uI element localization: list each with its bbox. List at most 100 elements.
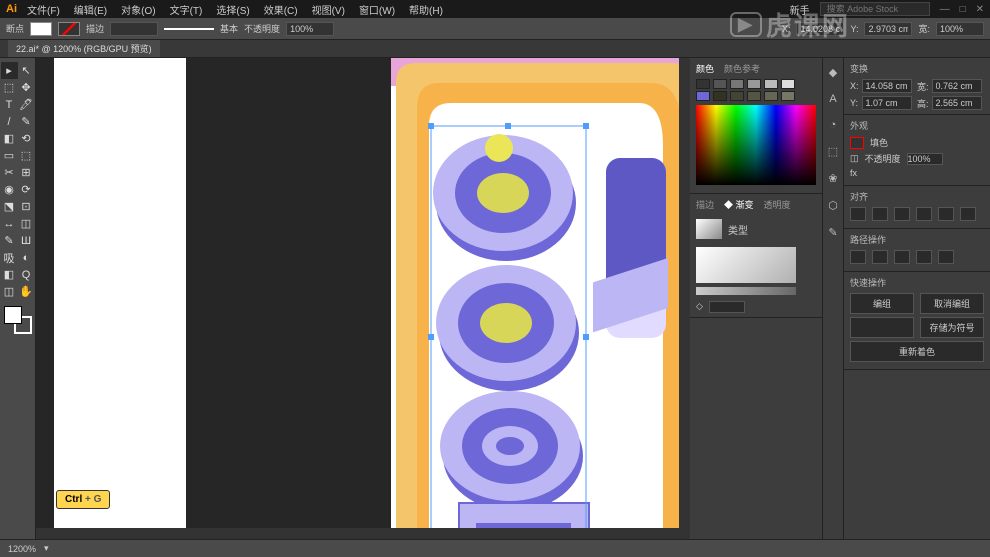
eyedropper-tool[interactable]: 吸 [1, 249, 18, 266]
align-top[interactable] [916, 207, 932, 221]
properties-icon[interactable]: ◆ [829, 66, 837, 79]
menu-type[interactable]: 文字(T) [170, 2, 203, 17]
line-tool[interactable]: / [1, 113, 18, 130]
stroke-swatch[interactable] [58, 22, 80, 36]
direct-selection-tool[interactable]: ↖ [18, 62, 35, 79]
vertical-scrollbar[interactable] [679, 58, 690, 528]
pf-minus[interactable] [872, 250, 888, 264]
gradient-opacity-input[interactable] [709, 301, 745, 313]
search-input[interactable] [820, 2, 930, 16]
maximize-icon[interactable]: □ [960, 4, 966, 15]
swatch[interactable] [696, 91, 710, 101]
artboard-tool[interactable]: ◫ [18, 215, 35, 232]
width-tool[interactable]: ↔ [1, 215, 18, 232]
qa-btn3[interactable] [850, 317, 914, 338]
menu-object[interactable]: 对象(O) [121, 2, 155, 17]
rotate-tool[interactable]: ⟲ [18, 130, 35, 147]
fill-chip[interactable] [850, 137, 864, 149]
lasso-tool[interactable]: ✥ [18, 79, 35, 96]
menu-window[interactable]: 窗口(W) [359, 2, 395, 17]
qa-ungroup[interactable]: 取消编组 [920, 293, 984, 314]
scissors-tool[interactable]: ✂ [1, 164, 18, 181]
type-tool[interactable]: T [1, 96, 18, 113]
perspective-tool[interactable]: ⊡ [18, 198, 35, 215]
tab-color-guide[interactable]: 颜色参考 [724, 62, 760, 75]
grid-tool[interactable]: ⊞ [18, 164, 35, 181]
swatch[interactable] [713, 79, 727, 89]
menu-help[interactable]: 帮助(H) [409, 2, 443, 17]
slice-tool[interactable]: ◧ [1, 266, 18, 283]
swatch[interactable] [781, 91, 795, 101]
tab-color[interactable]: 颜色 [696, 62, 714, 75]
swatch[interactable] [696, 79, 710, 89]
shape-builder-tool[interactable]: ⬚ [18, 147, 35, 164]
tab-gradient[interactable]: ◆ 渐变 [724, 198, 754, 211]
align-hcenter[interactable] [872, 207, 888, 221]
pf-exclude[interactable] [916, 250, 932, 264]
tab-stroke[interactable]: 描边 [696, 198, 714, 211]
workspace-switcher[interactable]: 新手 [790, 2, 810, 17]
symbol-tool[interactable]: ◐ [18, 249, 35, 266]
menu-select[interactable]: 选择(S) [216, 2, 249, 17]
swatch[interactable] [713, 91, 727, 101]
transform-y[interactable] [862, 96, 912, 110]
menu-file[interactable]: 文件(F) [27, 2, 60, 17]
swatch[interactable] [747, 79, 761, 89]
brushes-icon[interactable]: ⬡ [828, 199, 838, 212]
menu-edit[interactable]: 编辑(E) [74, 2, 107, 17]
minimize-icon[interactable]: — [940, 4, 950, 15]
horizontal-scrollbar[interactable] [36, 528, 690, 539]
align-right[interactable] [894, 207, 910, 221]
ctrl-y-input[interactable] [864, 22, 912, 36]
pf-unite[interactable] [850, 250, 866, 264]
measure-tool[interactable]: ◫ [1, 283, 18, 300]
fill-swatch[interactable] [30, 22, 52, 36]
transform-w[interactable] [932, 79, 982, 93]
swatch[interactable] [730, 91, 744, 101]
stroke-width-input[interactable] [110, 22, 158, 36]
ctrl-x-input[interactable] [796, 22, 844, 36]
styles-icon[interactable]: ✎ [828, 226, 837, 239]
ctrl-w-input[interactable] [936, 22, 984, 36]
align-left[interactable] [850, 207, 866, 221]
column-graph-tool[interactable]: Ш [18, 232, 35, 249]
shape-tool[interactable]: ▭ [1, 147, 18, 164]
zoom-tool[interactable]: Q [18, 266, 35, 283]
magic-wand-tool[interactable]: ⬚ [1, 79, 18, 96]
swatch[interactable] [764, 91, 778, 101]
selection-tool[interactable]: ▸ [1, 62, 18, 79]
menu-view[interactable]: 视图(V) [312, 2, 345, 17]
layers-icon[interactable]: ⬚ [828, 145, 838, 158]
appearance-icon[interactable]: ◔ [830, 119, 837, 131]
pen-tool[interactable]: 🖊 [18, 96, 35, 113]
transform-h[interactable] [932, 96, 982, 110]
pf-intersect[interactable] [894, 250, 910, 264]
qa-recolor[interactable]: 重新着色 [850, 341, 984, 362]
gradient-tool[interactable]: ◉ [1, 181, 18, 198]
color-spectrum[interactable] [696, 105, 816, 185]
transform-x[interactable] [862, 79, 912, 93]
brush-tool[interactable]: ✎ [1, 232, 18, 249]
gradient-large-preview[interactable] [696, 247, 796, 283]
fx-label[interactable]: fx [850, 168, 857, 178]
canvas[interactable]: Ctrl + G [36, 58, 690, 539]
document-tab[interactable]: 22.ai* @ 1200% (RGB/GPU 预览) [8, 40, 160, 57]
align-bottom[interactable] [960, 207, 976, 221]
pf-divide[interactable] [938, 250, 954, 264]
tab-transparency[interactable]: 透明度 [764, 198, 791, 211]
mesh-tool[interactable]: ⬔ [1, 198, 18, 215]
character-icon[interactable]: A [829, 93, 836, 105]
style-label[interactable]: 基本 [220, 22, 238, 35]
hand-tool[interactable]: ✋ [18, 283, 35, 300]
swatch[interactable] [781, 79, 795, 89]
pencil-tool[interactable]: ✎ [18, 113, 35, 130]
symbols-icon[interactable]: ❀ [828, 172, 837, 185]
align-vcenter[interactable] [938, 207, 954, 221]
qa-group[interactable]: 编组 [850, 293, 914, 314]
swatch[interactable] [764, 79, 778, 89]
gradient-slider[interactable] [696, 287, 796, 295]
close-icon[interactable]: ✕ [976, 4, 984, 15]
swatch[interactable] [730, 79, 744, 89]
gradient-preview[interactable] [696, 219, 722, 239]
menu-effect[interactable]: 效果(C) [264, 2, 298, 17]
